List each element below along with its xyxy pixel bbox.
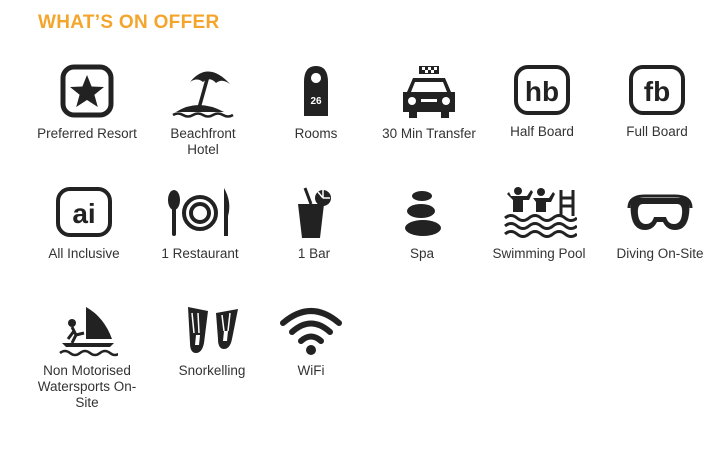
feature-label: 1 Restaurant <box>161 246 239 261</box>
feature-restaurant: 1 Restaurant <box>140 186 260 262</box>
feature-label: Full Board <box>626 124 688 139</box>
taxi-icon <box>403 66 455 118</box>
snorkel-fins-icon <box>188 307 238 353</box>
feature-swimming-pool: Swimming Pool <box>479 186 599 262</box>
star-badge-icon <box>60 64 114 118</box>
feature-label: Diving On-Site <box>616 246 704 261</box>
feature-non-motorised-watersports: Non Motorised Watersports On-Site <box>27 303 147 411</box>
wifi-icon <box>280 308 342 355</box>
feature-half-board: hb Half Board <box>482 64 602 140</box>
feature-wifi: WiFi <box>251 303 371 379</box>
full-board-icon: fb <box>629 65 685 115</box>
feature-label: Rooms <box>294 126 338 141</box>
feature-label: WiFi <box>297 363 325 378</box>
feature-label: Preferred Resort <box>37 126 137 141</box>
feature-preferred-resort: Preferred Resort <box>27 64 147 142</box>
door-hanger-icon: 26 <box>304 66 328 116</box>
cocktail-icon <box>298 187 331 238</box>
svg-text:hb: hb <box>525 76 559 107</box>
feature-full-board: fb Full Board <box>597 64 708 140</box>
feature-label: All Inclusive <box>48 246 120 261</box>
feature-diving-on-site: Diving On-Site <box>600 186 708 262</box>
section-title: WHAT’S ON OFFER <box>38 12 220 33</box>
feature-label: Non Motorised Watersports On-Site <box>37 363 137 410</box>
svg-text:ai: ai <box>72 198 95 229</box>
windsurf-icon <box>59 307 118 357</box>
feature-spa: Spa <box>362 186 482 262</box>
feature-label: Swimming Pool <box>492 246 586 261</box>
spa-stones-icon <box>405 191 441 236</box>
feature-bar: 1 Bar <box>254 186 374 262</box>
feature-label: Beachfront Hotel <box>170 126 236 157</box>
half-board-icon: hb <box>514 65 570 115</box>
restaurant-icon <box>168 188 230 236</box>
room-number: 26 <box>310 96 322 107</box>
feature-label: Spa <box>409 246 435 261</box>
swimming-pool-icon <box>504 187 577 238</box>
feature-rooms: 26 Rooms <box>256 64 376 142</box>
beach-umbrella-icon <box>172 71 234 118</box>
feature-label: Half Board <box>510 124 574 139</box>
feature-label: 30 Min Transfer <box>382 126 476 141</box>
svg-text:fb: fb <box>644 76 670 107</box>
feature-30-min-transfer: 30 Min Transfer <box>369 64 489 142</box>
feature-all-inclusive: ai All Inclusive <box>24 186 144 262</box>
all-inclusive-icon: ai <box>56 187 112 237</box>
feature-label: 1 Bar <box>297 246 331 261</box>
diving-mask-icon <box>627 194 693 230</box>
feature-beachfront-hotel: Beachfront Hotel <box>143 64 263 158</box>
